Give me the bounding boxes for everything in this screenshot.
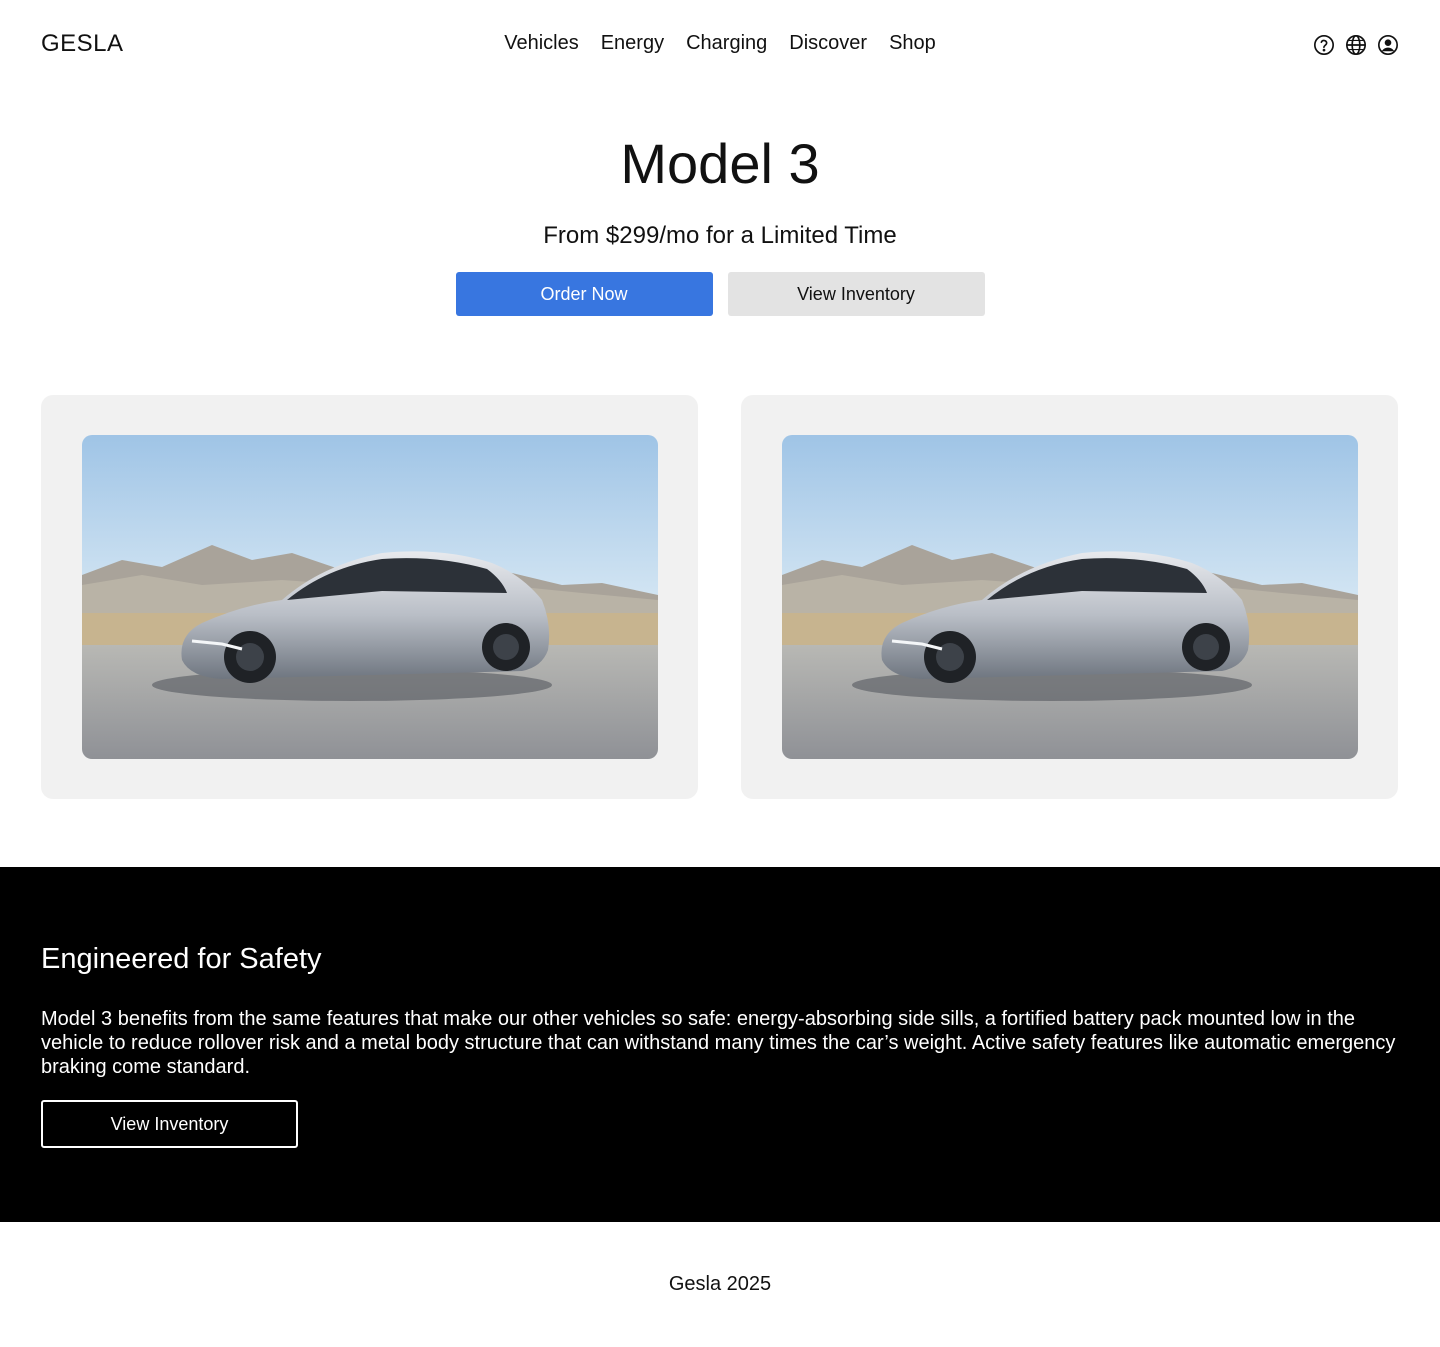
photo-gallery (41, 395, 1398, 799)
header-icons (1313, 34, 1399, 56)
safety-title: Engineered for Safety (41, 943, 322, 975)
help-icon[interactable] (1313, 34, 1335, 56)
safety-section: Engineered for Safety Model 3 benefits f… (0, 867, 1440, 1222)
nav-item-vehicles[interactable]: Vehicles (504, 32, 579, 55)
site-header: GESLA Vehicles Energy Charging Discover … (0, 0, 1440, 92)
nav-item-charging[interactable]: Charging (686, 32, 767, 55)
nav-item-shop[interactable]: Shop (889, 32, 936, 55)
safety-view-inventory-button[interactable]: View Inventory (41, 1100, 298, 1148)
order-now-button[interactable]: Order Now (455, 272, 713, 316)
main-nav: Vehicles Energy Charging Discover Shop (0, 32, 1440, 55)
car-photo (782, 435, 1358, 759)
safety-description: Model 3 benefits from the same features … (41, 1008, 1396, 1078)
footer: Gesla 2025 (0, 1222, 1440, 1347)
account-icon[interactable] (1377, 34, 1399, 56)
globe-icon[interactable] (1345, 34, 1367, 56)
gallery-card (41, 395, 698, 799)
footer-text: Gesla 2025 (668, 1273, 772, 1295)
car-photo (82, 435, 658, 759)
nav-item-discover[interactable]: Discover (789, 32, 867, 55)
hero-subtitle: From $299/mo for a Limited Time (543, 222, 897, 249)
view-inventory-button[interactable]: View Inventory (727, 272, 985, 316)
hero-section: Model 3 From $299/mo for a Limited Time … (0, 92, 1440, 316)
gallery-card (741, 395, 1398, 799)
nav-item-energy[interactable]: Energy (601, 32, 664, 55)
page-title: Model 3 (620, 132, 820, 195)
hero-buttons: Order Now View Inventory (0, 272, 1440, 316)
